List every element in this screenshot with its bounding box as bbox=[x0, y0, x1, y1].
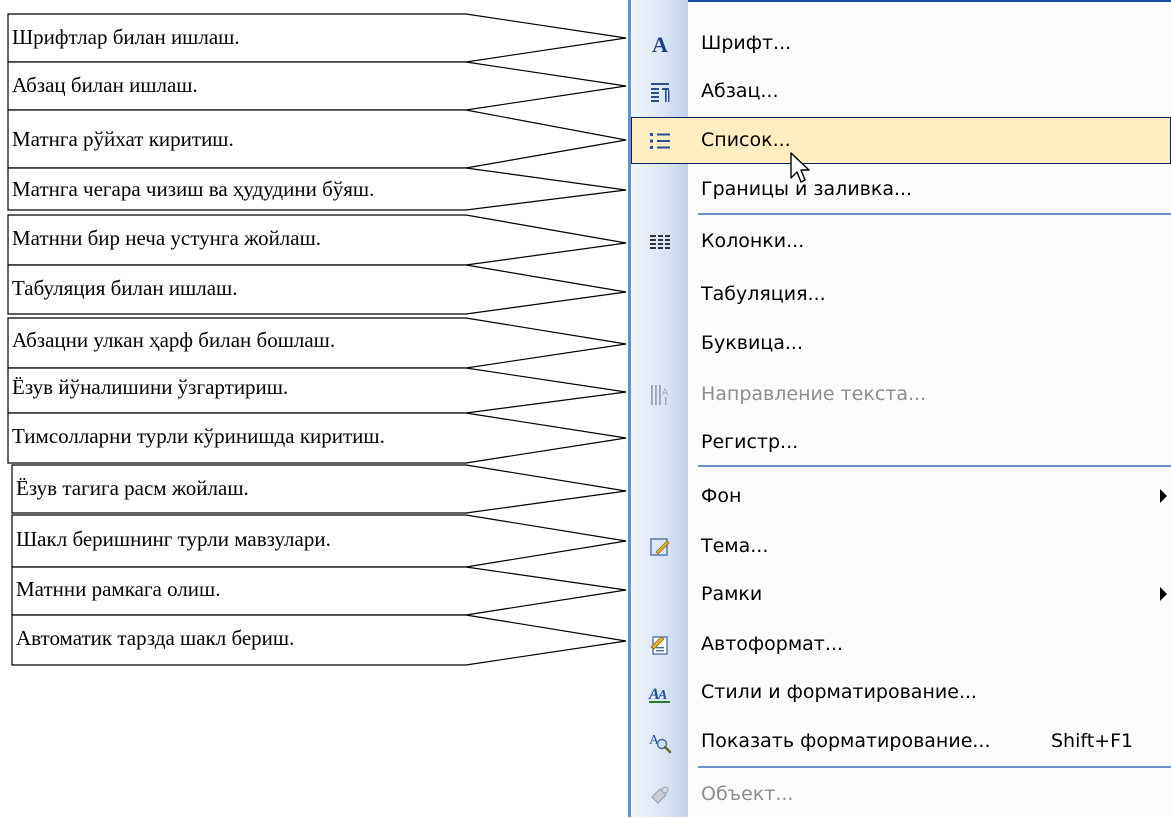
callout-text: Табуляция билан ишлаш. bbox=[12, 276, 237, 300]
menu-item-columns[interactable]: Колонки... bbox=[631, 218, 1171, 265]
menu-item-label: Шрифт... bbox=[701, 32, 792, 54]
callout: Шрифтлар билан ишлаш. bbox=[7, 13, 627, 63]
menu-item-font[interactable]: A Шрифт... bbox=[631, 20, 1171, 67]
callout: Абзацни улкан ҳарф билан бошлаш. bbox=[7, 317, 627, 369]
callout: Матнни рамкага олиш. bbox=[11, 566, 627, 616]
bullet-list-icon bbox=[631, 117, 688, 164]
reveal-formatting-icon: A bbox=[631, 718, 688, 765]
menu-separator bbox=[698, 213, 1171, 215]
menu-item-label: Автоформат... bbox=[701, 633, 843, 655]
menu-item-shortcut: Shift+F1 bbox=[1051, 730, 1134, 752]
menu-item-label: Тема... bbox=[701, 535, 769, 557]
menu-item-reveal-formatting[interactable]: A Показать форматирование... Shift+F1 bbox=[631, 718, 1171, 765]
callout: Матнга рўйхат киритиш. bbox=[7, 109, 627, 169]
callout-text: Ёзув тагига расм жойлаш. bbox=[16, 476, 249, 500]
callout: Абзац билан ишлаш. bbox=[7, 61, 627, 111]
menu-item-paragraph[interactable]: Абзац... bbox=[631, 68, 1171, 115]
format-menu: A Шрифт... Абзац... Список... Границы и … bbox=[628, 0, 1171, 817]
menu-item-label: Показать форматирование... bbox=[701, 730, 991, 752]
menu-item-theme[interactable]: Тема... bbox=[631, 523, 1171, 570]
callout-text: Матнга рўйхат киритиш. bbox=[12, 127, 234, 151]
menu-item-autoformat[interactable]: Автоформат... bbox=[631, 621, 1171, 668]
svg-text:A: A bbox=[662, 388, 669, 398]
menu-item-frames[interactable]: Рамки bbox=[631, 571, 1171, 618]
menu-item-change-case[interactable]: Регистр... bbox=[631, 419, 1171, 466]
menu-item-borders-shading[interactable]: Границы и заливка... bbox=[631, 166, 1171, 213]
callout-text: Шакл беришнинг турли мавзулари. bbox=[16, 527, 331, 551]
menu-item-styles-formatting[interactable]: A A Стили и форматирование... bbox=[631, 669, 1171, 716]
menu-item-drop-cap[interactable]: Буквица... bbox=[631, 320, 1171, 367]
font-icon: A bbox=[631, 20, 688, 67]
menu-item-label: Направление текста... bbox=[701, 383, 927, 405]
callout: Ёзув йўналишини ўзгартириш. bbox=[7, 367, 627, 414]
menu-item-label: Регистр... bbox=[701, 431, 799, 453]
autoformat-icon bbox=[631, 621, 688, 668]
callout-text: Матнни рамкага олиш. bbox=[16, 577, 220, 601]
menu-separator bbox=[698, 766, 1171, 768]
submenu-arrow-icon bbox=[1160, 587, 1167, 601]
callout: Матнга чегара чизиш ва ҳудудини бўяш. bbox=[7, 167, 627, 211]
menu-item-label: Стили и форматирование... bbox=[701, 681, 978, 703]
menu-item-label: Табуляция... bbox=[701, 283, 826, 305]
menu-item-label: Рамки bbox=[701, 583, 763, 605]
submenu-arrow-icon bbox=[1160, 489, 1167, 503]
callout-text: Матнни бир неча устунга жойлаш. bbox=[12, 226, 321, 250]
menu-item-text-direction[interactable]: A Направление текста... bbox=[631, 371, 1171, 418]
callout-text: Шрифтлар билан ишлаш. bbox=[12, 25, 240, 49]
styles-icon: A A bbox=[631, 669, 688, 716]
columns-icon bbox=[631, 218, 688, 265]
menu-item-list[interactable]: Список... bbox=[631, 117, 1171, 164]
callouts-layer: Шрифтлар билан ишлаш. Абзац билан ишлаш.… bbox=[7, 13, 627, 666]
callout: Табуляция билан ишлаш. bbox=[7, 264, 627, 315]
menu-item-object[interactable]: Объект... bbox=[631, 771, 1171, 818]
callout: Матнни бир неча устунга жойлаш. bbox=[7, 214, 627, 266]
svg-text:A: A bbox=[657, 688, 667, 703]
text-direction-icon: A bbox=[631, 371, 688, 418]
callout-text: Абзац билан ишлаш. bbox=[12, 73, 198, 97]
menu-item-label: Колонки... bbox=[701, 230, 805, 252]
menu-item-label: Абзац... bbox=[701, 80, 779, 102]
callout-text: Тимсолларни турли кўринишда киритиш. bbox=[12, 424, 385, 448]
menu-top-border bbox=[628, 0, 1171, 2]
menu-item-label: Объект... bbox=[701, 783, 794, 805]
menu-separator bbox=[698, 465, 1171, 467]
menu-item-label: Список... bbox=[701, 129, 791, 151]
object-icon bbox=[631, 771, 688, 818]
svg-text:A: A bbox=[652, 32, 668, 56]
callout-text: Абзацни улкан ҳарф билан бошлаш. bbox=[12, 328, 335, 352]
menu-item-tabs[interactable]: Табуляция... bbox=[631, 271, 1171, 318]
callout: Автоматик тарзда шакл бериш. bbox=[11, 614, 627, 666]
callout-text: Ёзув йўналишини ўзгартириш. bbox=[12, 375, 288, 399]
callout-text: Матнга чегара чизиш ва ҳудудини бўяш. bbox=[12, 177, 374, 201]
theme-icon bbox=[631, 523, 688, 570]
menu-item-label: Фон bbox=[701, 485, 742, 507]
callout: Ёзув тагига расм жойлаш. bbox=[11, 464, 627, 514]
menu-item-label: Буквица... bbox=[701, 332, 803, 354]
paragraph-icon bbox=[631, 68, 688, 115]
menu-item-background[interactable]: Фон bbox=[631, 473, 1171, 520]
callout-text: Автоматик тарзда шакл бериш. bbox=[16, 626, 294, 650]
callout: Тимсолларни турли кўринишда киритиш. bbox=[7, 412, 627, 464]
mouse-pointer-icon bbox=[790, 152, 810, 183]
callout: Шакл беришнинг турли мавзулари. bbox=[11, 514, 627, 568]
